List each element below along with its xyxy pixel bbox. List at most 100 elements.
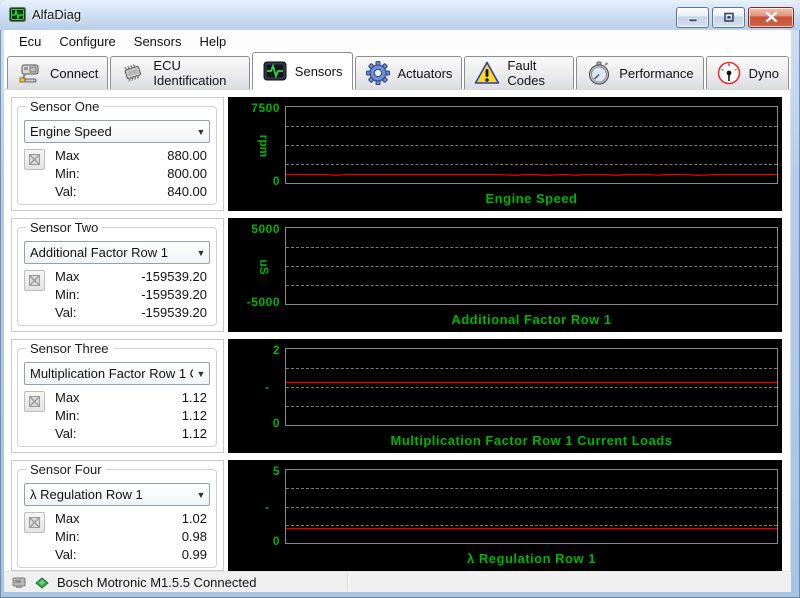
sensor-two-panel: Sensor Two Additional Factor Row 1 ▼ Max… <box>11 218 224 332</box>
sensor-one-groupbox: Sensor One Engine Speed ▼ Max 880.00 Min:… <box>17 99 217 205</box>
chevron-down-icon: ▼ <box>196 489 206 500</box>
tab-label: Connect <box>50 65 99 81</box>
status-bar: Bosch Motronic M1.5.5 Connected <box>4 571 791 592</box>
menu-help[interactable]: Help <box>190 32 235 51</box>
menu-ecu[interactable]: Ecu <box>10 32 50 51</box>
tab-label: Sensors <box>294 63 343 79</box>
warning-icon <box>475 61 500 84</box>
max-value: -159539.20 <box>141 269 207 284</box>
sensor-two-select[interactable]: Additional Factor Row 1 ▼ <box>24 241 210 264</box>
menu-configure[interactable]: Configure <box>50 32 124 51</box>
menu-sensors[interactable]: Sensors <box>125 32 191 51</box>
sensor-one-graph-button[interactable] <box>24 149 45 170</box>
plot-area <box>285 227 778 305</box>
min-value: -159539.20 <box>141 287 207 302</box>
tab-actuators[interactable]: Actuators <box>354 56 463 89</box>
ecu-chip-icon <box>124 64 142 82</box>
sensor-three-graph-button[interactable] <box>24 391 45 412</box>
chart-title: Additional Factor Row 1 <box>451 312 612 327</box>
tab-performance[interactable]: Performance <box>576 56 704 89</box>
y-axis-unit-label: ' <box>257 506 271 510</box>
sensor-four-panel: Sensor Four λ Regulation Row 1 ▼ Max 1.02… <box>11 460 224 571</box>
tab-fault-codes[interactable]: Fault Codes <box>464 56 575 89</box>
plot-area <box>285 348 778 426</box>
sensor-four-graph-button[interactable] <box>24 512 45 533</box>
plot-area <box>285 469 778 544</box>
chart-title: λ Regulation Row 1 <box>467 551 596 566</box>
sensor-two-graph-button[interactable] <box>24 270 45 291</box>
series-line <box>286 349 777 425</box>
y-axis-unit-label: rpm <box>257 134 271 158</box>
menu-bar: Ecu Configure Sensors Help <box>4 30 791 52</box>
tab-label: Actuators <box>397 65 453 81</box>
val-value: -159539.20 <box>141 305 207 320</box>
val-label: Val: <box>55 426 77 441</box>
y-axis-unit-label: uS <box>257 259 271 275</box>
max-label: Max <box>55 269 80 284</box>
y-axis-max-label: 5 <box>272 464 280 478</box>
tab-label: ECU Identification <box>153 58 227 88</box>
y-axis-min-label: 0 <box>272 416 280 430</box>
app-icon <box>9 7 26 22</box>
lambda-regulation-chart: 5 0 ' λ Regulation Row 1 <box>228 460 782 571</box>
sensor-four-groupbox: Sensor Four λ Regulation Row 1 ▼ Max 1.02… <box>17 462 217 568</box>
val-value: 1.12 <box>181 426 207 441</box>
val-value: 0.99 <box>181 547 207 562</box>
val-label: Val: <box>55 184 77 199</box>
min-value: 1.12 <box>181 408 207 423</box>
engine-speed-chart: 7500 0 rpm Engine Speed <box>228 97 782 211</box>
sensors-page: Sensor One Engine Speed ▼ Max 880.00 Min:… <box>4 90 791 572</box>
close-button[interactable] <box>748 7 794 28</box>
multiplication-factor-chart: 2 0 ' Multiplication Factor Row 1 Curren… <box>228 339 782 453</box>
client-area: Ecu Configure Sensors Help Connect ECU I… <box>4 30 791 592</box>
groupbox-label: Sensor One <box>26 99 104 114</box>
tab-ecu-identification[interactable]: ECU Identification <box>110 56 250 89</box>
ecu-connected-icon <box>35 576 49 589</box>
additional-factor-chart: 5000 -5000 uS Additional Factor Row 1 <box>228 218 782 332</box>
groupbox-label: Sensor Two <box>26 220 103 235</box>
sensor-one-select[interactable]: Engine Speed ▼ <box>24 120 210 143</box>
tab-label: Fault Codes <box>507 58 545 88</box>
groupbox-label: Sensor Three <box>26 341 113 356</box>
status-separator <box>347 574 348 590</box>
min-label: Min: <box>55 166 80 181</box>
tab-connect[interactable]: Connect <box>7 56 109 89</box>
max-value: 1.02 <box>181 511 207 526</box>
max-label: Max <box>55 390 80 405</box>
pc-connection-icon <box>12 577 26 588</box>
stopwatch-icon <box>589 61 610 85</box>
minimize-button[interactable] <box>676 7 709 28</box>
max-label: Max <box>55 148 80 163</box>
val-label: Val: <box>55 547 77 562</box>
tab-dyno[interactable]: Dyno <box>705 56 789 89</box>
status-text: Bosch Motronic M1.5.5 Connected <box>57 574 257 590</box>
oscilloscope-icon <box>263 61 287 81</box>
max-value: 1.12 <box>181 390 207 405</box>
title-bar[interactable]: AlfaDiag <box>0 0 800 30</box>
val-label: Val: <box>55 305 77 320</box>
val-value: 840.00 <box>167 184 207 199</box>
chevron-down-icon: ▼ <box>196 368 206 379</box>
window-title: AlfaDiag <box>32 7 82 22</box>
series-line <box>286 107 777 183</box>
chevron-down-icon: ▼ <box>196 126 206 137</box>
y-axis-min-label: 0 <box>272 534 280 548</box>
chart-title: Multiplication Factor Row 1 Current Load… <box>390 433 673 448</box>
y-axis-max-label: 7500 <box>251 101 280 115</box>
sensor-three-panel: Sensor Three Multiplication Factor Row 1… <box>11 339 224 453</box>
min-value: 0.98 <box>181 529 207 544</box>
plot-area <box>285 106 778 184</box>
y-axis-min-label: 0 <box>272 174 280 188</box>
sensor-three-select[interactable]: Multiplication Factor Row 1 Current ▼ <box>24 362 210 385</box>
tab-label: Dyno <box>748 65 779 81</box>
sensor-four-select[interactable]: λ Regulation Row 1 ▼ <box>24 483 210 506</box>
chevron-down-icon: ▼ <box>196 247 206 258</box>
y-axis-unit-label: ' <box>257 386 271 390</box>
dyno-gauge-icon <box>717 61 740 85</box>
maximize-button[interactable] <box>712 7 745 28</box>
tab-label: Performance <box>619 65 694 81</box>
connect-plug-icon <box>19 64 39 83</box>
tab-sensors[interactable]: Sensors <box>251 52 353 90</box>
window-controls <box>676 7 794 28</box>
sensor-two-groupbox: Sensor Two Additional Factor Row 1 ▼ Max… <box>17 220 217 326</box>
